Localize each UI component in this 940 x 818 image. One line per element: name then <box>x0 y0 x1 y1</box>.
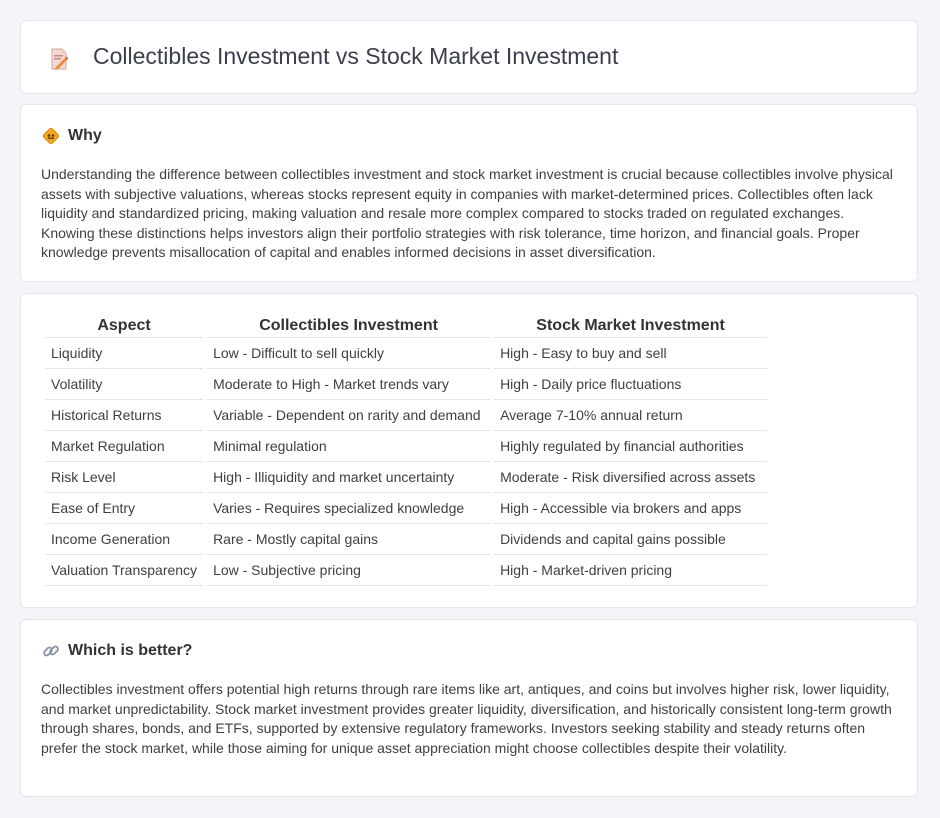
cell-aspect: Ease of Entry <box>45 493 204 524</box>
better-heading-row: Which is better? <box>41 640 192 662</box>
cell-collectibles: Low - Difficult to sell quickly <box>207 338 491 369</box>
table-row: Liquidity Low - Difficult to sell quickl… <box>45 338 768 369</box>
cell-aspect: Liquidity <box>45 338 204 369</box>
cell-stock: High - Easy to buy and sell <box>494 338 768 369</box>
cell-stock: High - Market-driven pricing <box>494 555 768 586</box>
cell-stock: High - Accessible via brokers and apps <box>494 493 768 524</box>
cell-aspect: Risk Level <box>45 462 204 493</box>
cell-stock: Moderate - Risk diversified across asset… <box>494 462 768 493</box>
why-section: Why Understanding the difference between… <box>20 104 918 282</box>
cell-aspect: Income Generation <box>45 524 204 555</box>
cell-collectibles: Moderate to High - Market trends vary <box>207 369 491 400</box>
table-row: Income Generation Rare - Mostly capital … <box>45 524 768 555</box>
page-title: Collectibles Investment vs Stock Market … <box>93 43 619 69</box>
table-row: Risk Level High - Illiquidity and market… <box>45 462 768 493</box>
cell-collectibles: Rare - Mostly capital gains <box>207 524 491 555</box>
comparison-table: Aspect Collectibles Investment Stock Mar… <box>41 314 771 586</box>
comparison-section: Aspect Collectibles Investment Stock Mar… <box>20 293 918 608</box>
why-heading-row: Why <box>41 125 102 147</box>
better-text: Collectibles investment offers potential… <box>41 681 892 756</box>
table-row: Ease of Entry Varies - Requires speciali… <box>45 493 768 524</box>
why-text: Understanding the difference between col… <box>41 166 893 261</box>
better-heading: Which is better? <box>68 642 193 659</box>
cell-aspect: Volatility <box>45 369 204 400</box>
table-header-row: Aspect Collectibles Investment Stock Mar… <box>45 314 768 338</box>
link-icon <box>41 641 61 661</box>
document-pencil-icon <box>47 47 71 71</box>
cell-collectibles: Low - Subjective pricing <box>207 555 491 586</box>
cell-aspect: Market Regulation <box>45 431 204 462</box>
cell-stock: Dividends and capital gains possible <box>494 524 768 555</box>
header-collectibles: Collectibles Investment <box>207 314 491 338</box>
cell-aspect: Historical Returns <box>45 400 204 431</box>
cell-collectibles: High - Illiquidity and market uncertaint… <box>207 462 491 493</box>
header-stock: Stock Market Investment <box>494 314 768 338</box>
table-row: Valuation Transparency Low - Subjective … <box>45 555 768 586</box>
diamond-road-sign-icon <box>41 126 61 146</box>
header-aspect: Aspect <box>45 314 204 338</box>
cell-stock: Highly regulated by financial authoritie… <box>494 431 768 462</box>
cell-collectibles: Variable - Dependent on rarity and deman… <box>207 400 491 431</box>
table-row: Market Regulation Minimal regulation Hig… <box>45 431 768 462</box>
cell-stock: High - Daily price fluctuations <box>494 369 768 400</box>
cell-collectibles: Minimal regulation <box>207 431 491 462</box>
table-row: Historical Returns Variable - Dependent … <box>45 400 768 431</box>
which-better-section: Which is better? Collectibles investment… <box>20 619 918 797</box>
why-heading: Why <box>68 127 102 144</box>
cell-collectibles: Varies - Requires specialized knowledge <box>207 493 491 524</box>
cell-aspect: Valuation Transparency <box>45 555 204 586</box>
cell-stock: Average 7-10% annual return <box>494 400 768 431</box>
title-card: Collectibles Investment vs Stock Market … <box>20 20 918 94</box>
table-row: Volatility Moderate to High - Market tre… <box>45 369 768 400</box>
